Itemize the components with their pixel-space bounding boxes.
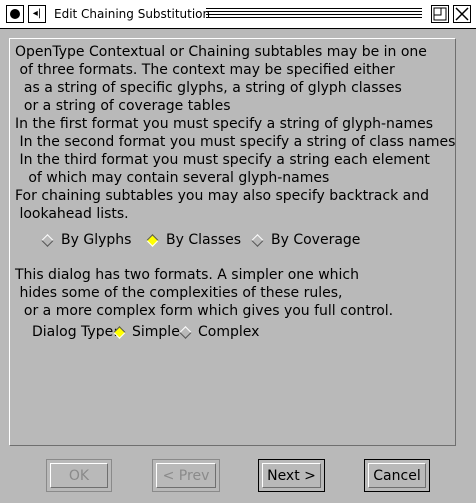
window-title: Edit Chaining Substitution [48,4,217,25]
prev-button-label: < Prev [162,467,210,484]
radio-simple[interactable]: Simple [113,323,180,341]
radio-indicator-icon [251,233,264,247]
radio-by-classes[interactable]: By Classes [146,231,241,249]
radio-by-glyphs[interactable]: By Glyphs [41,231,131,249]
description-line: of three formats. The context may be spe… [15,62,395,78]
description-line: In the second format you must specify a … [15,134,456,150]
iconify-icon[interactable]: ◂| [28,5,46,23]
description-line: For chaining subtables you may also spec… [15,188,429,204]
radio-label: Simple [132,324,180,340]
radio-label: Complex [198,324,260,340]
description-line: or a string of coverage tables [15,98,231,114]
radio-label: By Coverage [271,232,361,248]
radio-label: By Classes [166,232,242,248]
close-icon[interactable] [453,5,471,23]
title-bar-stripes [206,8,422,20]
radio-indicator-icon [146,233,159,247]
ok-button[interactable]: OK [46,459,112,492]
maximize-icon[interactable] [431,5,449,23]
radio-by-coverage[interactable]: By Coverage [251,231,360,249]
description-line: In the first format you must specify a s… [15,116,434,132]
dialog-help-line: hides some of the complexities of these … [15,285,343,301]
radio-indicator-icon [179,325,192,339]
cancel-button-label: Cancel [373,467,421,484]
next-button-label: Next > [267,467,316,484]
radio-indicator-icon [113,325,126,339]
description-line: as a string of specific glyphs, a string… [15,80,402,96]
prev-button[interactable]: < Prev [152,459,220,492]
description-line: OpenType Contextual or Chaining subtable… [15,44,427,60]
description-line: lookahead lists. [15,206,129,222]
radio-complex[interactable]: Complex [179,323,259,341]
description-line: In the third format you must specify a s… [15,152,430,168]
dialog-help-line: or a more complex form which gives you f… [15,303,394,319]
title-bar[interactable]: ◂| Edit Chaining Substitution [0,0,476,29]
description-line: of which may contain several glyph-names [15,170,330,186]
cancel-button[interactable]: Cancel [364,459,430,492]
next-button[interactable]: Next > [258,459,325,492]
radio-indicator-icon [41,233,54,247]
dialog-help-line: This dialog has two formats. A simpler o… [15,267,359,283]
radio-label: By Glyphs [61,232,132,248]
window-menu-icon[interactable] [6,5,24,23]
dialog-type-label: Dialog Type: [32,324,118,340]
ok-button-label: OK [68,467,90,484]
